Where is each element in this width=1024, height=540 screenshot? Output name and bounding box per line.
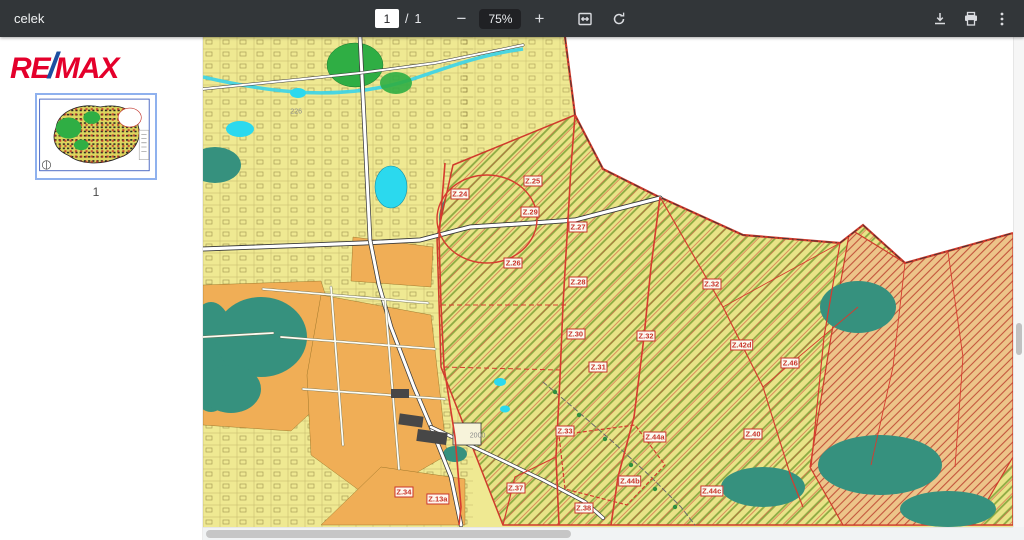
zone-label: Z.24 (450, 188, 469, 199)
vertical-scrollbar[interactable] (1013, 37, 1024, 527)
zone-label: Z.28 (569, 277, 588, 288)
fit-page-icon (577, 11, 593, 27)
download-icon (932, 11, 948, 27)
zone-label: Z.13a (426, 494, 449, 505)
zone-label: Z.42d (730, 340, 754, 351)
zone-label: Z.25 (523, 175, 542, 186)
zone-label: Z.29 (521, 206, 540, 217)
zoom-out-button[interactable]: − (447, 5, 475, 33)
zone-label: Z.33 (556, 426, 575, 437)
zoom-in-button[interactable]: + (525, 5, 553, 33)
zone-label: Z.46 (781, 358, 800, 369)
thumbnail-sidebar: RE/MAX (0, 37, 203, 540)
vertical-scrollbar-thumb[interactable] (1016, 323, 1022, 355)
more-options-button[interactable] (988, 5, 1016, 33)
zone-label: Z.31 (589, 362, 608, 373)
page-separator: / (405, 12, 408, 26)
zone-label: Z.37 (506, 482, 525, 493)
zone-label: Z.27 (569, 221, 588, 232)
zoom-out-icon: − (456, 9, 466, 29)
map-annotation: 226 (290, 109, 302, 116)
page-total: 1 (414, 12, 421, 26)
rotate-icon (611, 11, 627, 27)
logo-max: MAX (55, 52, 119, 85)
zone-label: Z.40 (743, 429, 762, 440)
zone-label: Z.44b (618, 475, 642, 486)
horizontal-scrollbar[interactable] (203, 527, 1013, 540)
toolbar-center-controls: / 1 − 75% + (375, 5, 633, 33)
zone-label: Z.32 (702, 278, 721, 289)
map-page[interactable]: Z.24 Z.25 Z.29 Z.27 Z.26 Z.28 Z.32 Z.30 Z.32 Z.42… (203, 37, 1013, 527)
zoning-map (203, 37, 1013, 527)
zoom-in-icon: + (535, 9, 545, 29)
scrollbar-corner (1013, 527, 1024, 540)
zone-label: Z.44a (643, 431, 666, 442)
zone-label: Z.32 (637, 331, 656, 342)
zone-label: Z.30 (566, 329, 585, 340)
map-annotation: 2000 (470, 432, 486, 439)
print-button[interactable] (957, 5, 985, 33)
page-thumbnail[interactable]: 1 (35, 93, 157, 199)
rotate-button[interactable] (605, 5, 633, 33)
zone-label: Z.44c (700, 485, 723, 496)
horizontal-scrollbar-thumb[interactable] (206, 530, 571, 538)
more-vertical-icon (994, 11, 1010, 27)
document-title: celek (14, 11, 44, 26)
remax-logo: RE/MAX (10, 45, 202, 87)
zone-label: Z.34 (394, 486, 413, 497)
zone-label: Z.26 (504, 257, 523, 268)
download-button[interactable] (926, 5, 954, 33)
thumbnail-page-number: 1 (35, 185, 157, 199)
print-icon (963, 11, 979, 27)
pdf-viewer[interactable]: Z.24 Z.25 Z.29 Z.27 Z.26 Z.28 Z.32 Z.30 Z.32 Z.42… (203, 37, 1024, 540)
zone-label: Z.38 (574, 502, 593, 513)
pdf-toolbar: celek / 1 − 75% + (0, 0, 1024, 37)
page-thumbnail-image[interactable] (35, 93, 157, 180)
toolbar-right-controls (926, 5, 1016, 33)
fit-page-button[interactable] (571, 5, 599, 33)
page-number-input[interactable] (375, 9, 399, 28)
zoom-level-display[interactable]: 75% (479, 9, 521, 29)
logo-re: RE (10, 52, 50, 85)
